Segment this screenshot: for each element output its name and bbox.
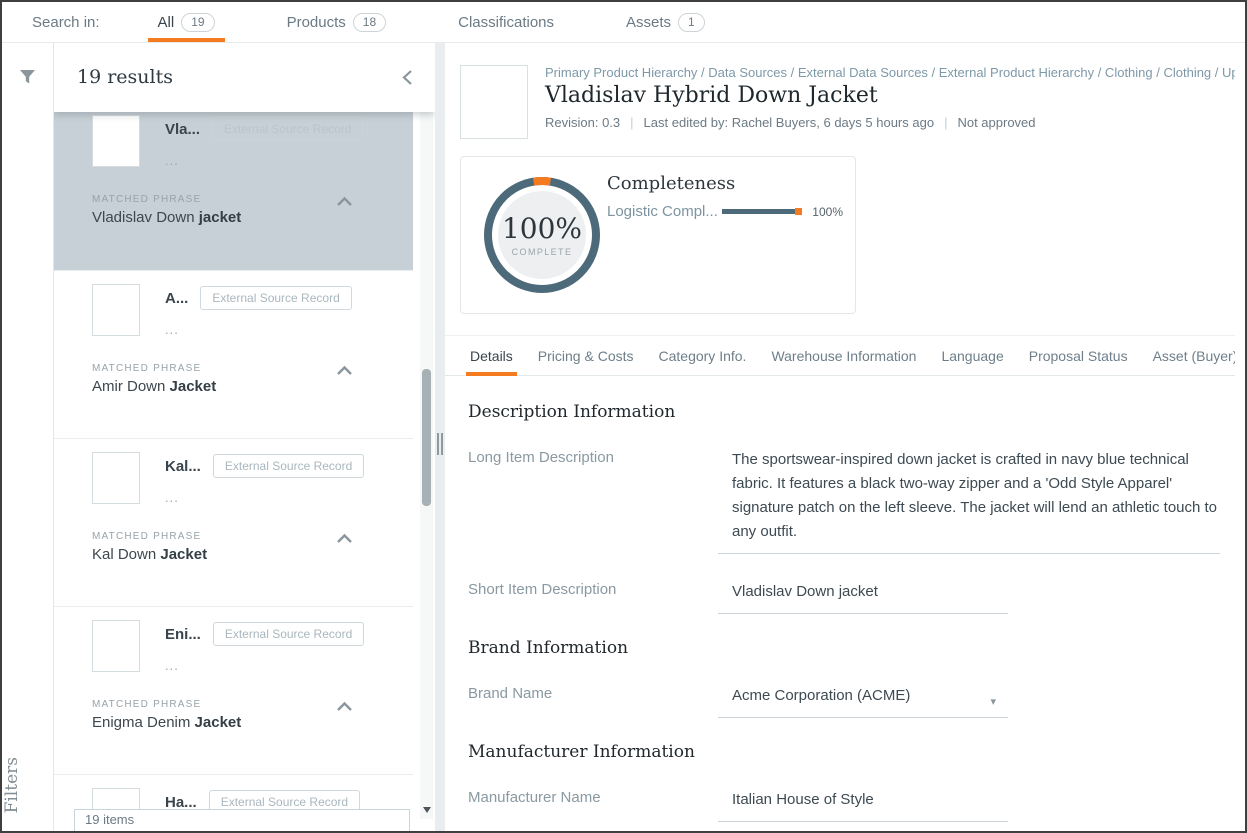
tab-proposal-status[interactable]: Proposal Status xyxy=(1027,336,1130,375)
collapse-item-chevron-up-icon[interactable] xyxy=(336,363,353,381)
collapse-panel-chevron-left-icon[interactable] xyxy=(401,69,413,86)
field-label: Brand Name xyxy=(468,682,718,718)
field-short-item-description: Short Item Description Vladislav Down ja… xyxy=(468,578,1235,614)
search-results-list: Vla... External Source Record ... MATCHE… xyxy=(54,102,413,831)
external-source-record-badge: External Source Record xyxy=(212,117,363,141)
scope-tab-label: Products xyxy=(287,14,346,31)
result-item-kal[interactable]: Kal... External Source Record ... MATCHE… xyxy=(54,438,413,606)
search-results-panel: Vla... External Source Record ... MATCHE… xyxy=(54,43,435,831)
results-scrollbar[interactable] xyxy=(420,99,433,819)
breadcrumb[interactable]: Primary Product Hierarchy / Data Sources… xyxy=(545,65,1235,80)
external-source-record-badge: External Source Record xyxy=(213,622,364,646)
collapse-item-chevron-up-icon[interactable] xyxy=(336,194,353,212)
completeness-complete-label: COMPLETE xyxy=(512,247,573,257)
result-thumbnail xyxy=(92,115,140,167)
scope-tab-count: 18 xyxy=(353,13,386,32)
scope-tab-count: 1 xyxy=(678,13,705,32)
detail-header: Primary Product Hierarchy / Data Sources… xyxy=(445,43,1235,139)
field-label: Long Item Description xyxy=(468,446,718,554)
result-title: Vla... xyxy=(165,121,200,138)
detail-tabs: Details Pricing & Costs Category Info. W… xyxy=(445,335,1235,376)
section-heading-description: Description Information xyxy=(468,402,1235,422)
scope-tab-classifications[interactable]: Classifications xyxy=(448,2,564,42)
field-manufacturer-name: Manufacturer Name Italian House of Style xyxy=(468,786,1235,822)
revision-text: Revision: 0.3 xyxy=(545,115,620,130)
scope-tab-assets[interactable]: Assets 1 xyxy=(616,2,715,42)
results-header-card: 19 results xyxy=(54,43,435,112)
scope-tab-label: All xyxy=(158,14,175,31)
scope-tab-label: Classifications xyxy=(458,14,554,31)
scope-tab-label: Assets xyxy=(626,14,671,31)
items-count-footer: 19 items xyxy=(74,809,410,831)
detail-meta: Revision: 0.3 | Last edited by: Rachel B… xyxy=(545,115,1235,130)
result-title: Eni... xyxy=(165,626,201,643)
result-item-vladislav[interactable]: Vla... External Source Record ... MATCHE… xyxy=(54,102,413,270)
scope-tab-all[interactable]: All 19 xyxy=(148,2,225,42)
result-subtitle: ... xyxy=(165,322,397,337)
result-subtitle: ... xyxy=(165,658,397,673)
short-item-description-input[interactable]: Vladislav Down jacket xyxy=(718,578,1008,614)
field-long-item-description: Long Item Description The sportswear-ins… xyxy=(468,446,1235,554)
filter-funnel-icon[interactable] xyxy=(19,69,36,90)
section-heading-brand: Brand Information xyxy=(468,638,1235,658)
product-detail-panel: Primary Product Hierarchy / Data Sources… xyxy=(445,43,1235,829)
field-label: Manufacturer Name xyxy=(468,786,718,822)
result-subtitle: ... xyxy=(165,490,397,505)
long-item-description-input[interactable]: The sportswear-inspired down jacket is c… xyxy=(718,446,1220,554)
result-item-amir[interactable]: A... External Source Record ... MATCHED … xyxy=(54,270,413,438)
details-tab-content: Description Information Long Item Descri… xyxy=(445,376,1235,829)
filters-rail: Filters xyxy=(2,43,54,831)
detail-product-photo-frame xyxy=(460,65,528,139)
tab-warehouse-information[interactable]: Warehouse Information xyxy=(769,336,918,375)
scope-tab-products[interactable]: Products 18 xyxy=(277,2,397,42)
field-label: Short Item Description xyxy=(468,578,718,614)
tab-asset-buyer[interactable]: Asset (Buyer) xyxy=(1151,336,1235,375)
field-brand-name: Brand Name Acme Corporation (ACME) ▾ xyxy=(468,682,1235,718)
filters-panel-toggle[interactable]: Filters xyxy=(2,757,54,813)
scroll-down-arrow[interactable] xyxy=(423,807,431,813)
last-edited-text: Last edited by: Rachel Buyers, 6 days 5 … xyxy=(644,115,935,130)
scope-tab-count: 19 xyxy=(181,13,214,32)
splitter-drag-handle[interactable] xyxy=(437,433,445,460)
collapse-item-chevron-up-icon[interactable] xyxy=(336,699,353,717)
external-source-record-badge: External Source Record xyxy=(213,454,364,478)
completeness-card: 100% COMPLETE Completeness Logistic Comp… xyxy=(460,156,856,314)
brand-name-dropdown[interactable]: Acme Corporation (ACME) ▾ xyxy=(718,682,1008,718)
tab-details[interactable]: Details xyxy=(468,336,515,375)
app-frame: Search in: All 19 Products 18 Classifica… xyxy=(0,0,1247,833)
approval-status: Not approved xyxy=(957,115,1035,130)
completeness-gauge: 100% COMPLETE xyxy=(479,169,605,301)
result-thumbnail xyxy=(92,452,140,504)
tab-pricing-costs[interactable]: Pricing & Costs xyxy=(536,336,636,375)
manufacturer-name-input[interactable]: Italian House of Style xyxy=(718,786,1008,822)
completeness-title: Completeness xyxy=(607,173,735,194)
search-scope-tabs: All 19 Products 18 Classifications Asset… xyxy=(148,2,767,42)
completeness-metric-label: Logistic Compl... xyxy=(607,203,722,220)
collapse-item-chevron-up-icon[interactable] xyxy=(336,531,353,549)
page-title: Vladislav Hybrid Down Jacket xyxy=(545,83,1235,108)
result-title: Kal... xyxy=(165,458,201,475)
tab-category-info[interactable]: Category Info. xyxy=(657,336,749,375)
results-count: 19 results xyxy=(77,66,401,88)
result-title: A... xyxy=(165,290,188,307)
search-scope-bar: Search in: All 19 Products 18 Classifica… xyxy=(2,2,1245,43)
completeness-metric-value: 100% xyxy=(812,205,843,219)
completeness-percent: 100% xyxy=(502,214,582,244)
search-in-label: Search in: xyxy=(32,14,100,31)
result-thumbnail xyxy=(92,620,140,672)
result-item-enigma[interactable]: Eni... External Source Record ... MATCHE… xyxy=(54,606,413,774)
external-source-record-badge: External Source Record xyxy=(200,286,351,310)
tab-language[interactable]: Language xyxy=(939,336,1005,375)
result-subtitle: ... xyxy=(165,153,397,168)
panel-splitter xyxy=(435,43,445,831)
scrollbar-thumb[interactable] xyxy=(422,369,431,506)
section-heading-manufacturer: Manufacturer Information xyxy=(468,742,1235,762)
result-thumbnail xyxy=(92,284,140,336)
dropdown-caret-icon: ▾ xyxy=(990,690,996,714)
completeness-metric-bar xyxy=(722,209,800,214)
